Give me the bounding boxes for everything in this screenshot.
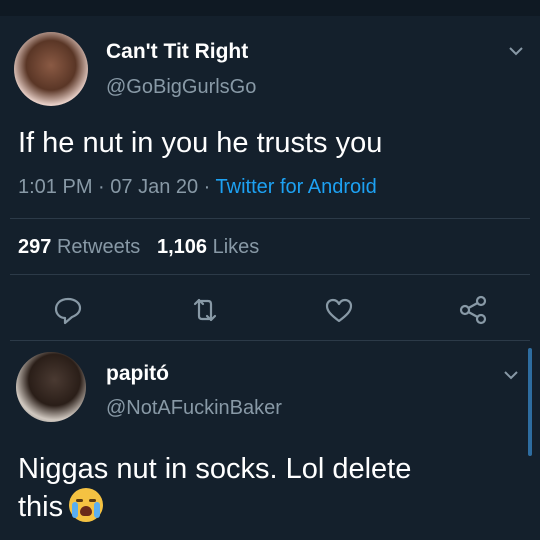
meta-separator: · [92,176,111,198]
tweet-date: 07 Jan 20 [110,176,199,198]
divider [10,340,530,341]
display-name[interactable]: Can't Tit Right [106,40,248,64]
retweets-stat[interactable]: 297 Retweets [18,236,140,258]
retweet-icon[interactable] [187,292,223,328]
divider [10,274,530,275]
retweets-count: 297 [18,236,52,258]
loudly-crying-face-icon [69,488,104,522]
share-icon[interactable] [455,292,491,328]
scrollbar[interactable] [528,348,532,456]
retweets-label: Retweets [56,236,141,258]
like-icon[interactable] [321,292,357,328]
tweet-meta: 1:01 PM · 07 Jan 20 · Twitter for Androi… [18,176,377,199]
meta-separator: · [198,176,216,198]
chevron-down-icon[interactable] [500,364,522,386]
divider [10,218,530,219]
avatar[interactable] [14,32,88,106]
chevron-down-icon[interactable] [505,40,527,62]
reply-icon[interactable] [50,292,86,328]
likes-stat[interactable]: 1,106 Likes [157,236,259,258]
top-bar [0,0,540,16]
display-name[interactable]: papitó [106,362,169,386]
tweet-text: If he nut in you he trusts you [18,127,383,159]
tweet-client-link[interactable]: Twitter for Android [216,176,377,198]
user-handle[interactable]: @NotAFuckinBaker [106,397,282,420]
reply-text-line-2: this [18,488,411,526]
likes-label: Likes [212,236,260,258]
reply-text: Niggas nut in socks. Lol delete this [18,450,411,526]
user-handle[interactable]: @GoBigGurlsGo [106,76,256,99]
tweet-time: 1:01 PM [18,176,93,198]
reply-text-line: Niggas nut in socks. Lol delete [18,453,412,485]
tweet-stats: 297 Retweets 1,106 Likes [18,236,259,259]
avatar[interactable] [16,352,86,422]
likes-count: 1,106 [156,236,208,258]
reply-text-word: this [18,491,64,523]
